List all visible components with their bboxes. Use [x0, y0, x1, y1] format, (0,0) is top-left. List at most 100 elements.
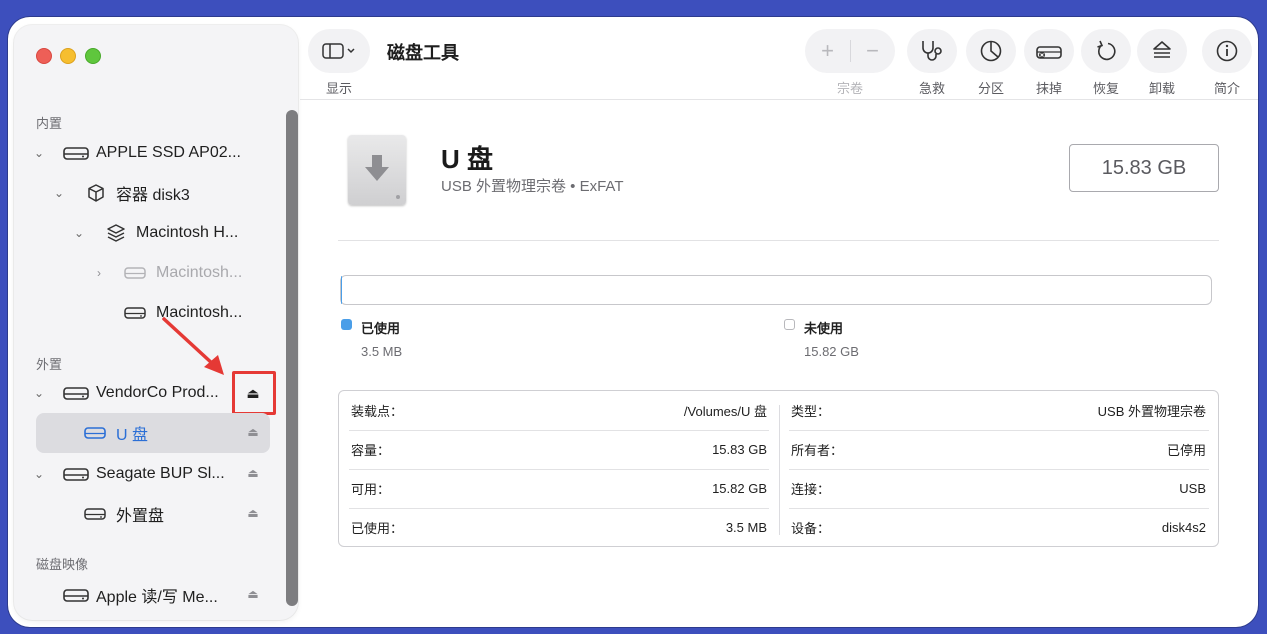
- unmount-button[interactable]: [1137, 29, 1187, 73]
- info-value-connection: USB: [1179, 481, 1206, 496]
- restore-label: 恢复: [1092, 81, 1119, 96]
- hard-drive-icon: [63, 383, 89, 403]
- section-internal: 内置: [36, 116, 63, 131]
- info-button[interactable]: [1202, 29, 1252, 73]
- used-value: 3.5 MB: [361, 344, 403, 359]
- sidebar-toggle-icon: [322, 43, 355, 59]
- sidebar-item-label: APPLE SSD AP02...: [96, 144, 241, 161]
- sidebar-item-external-disk[interactable]: 外置盘: [14, 496, 284, 532]
- hard-drive-icon: [122, 303, 148, 323]
- restore-arrow-icon: [1097, 40, 1116, 61]
- info-label: 简介: [1213, 81, 1240, 96]
- chevron-down-icon[interactable]: ⌄: [53, 186, 65, 200]
- info-key-connection: 连接：: [791, 482, 831, 497]
- hard-drive-icon: [63, 464, 89, 484]
- info-table-divider: [779, 405, 780, 535]
- chevron-down-icon[interactable]: ⌄: [33, 146, 45, 160]
- info-value-capacity: 15.83 GB: [712, 442, 767, 457]
- sidebar-item-label: U 盘: [116, 427, 149, 444]
- erase-drive-icon: [1036, 46, 1062, 59]
- info-key-type: 类型：: [791, 404, 831, 419]
- container-cube-icon: [83, 183, 109, 203]
- hard-drive-icon: [82, 423, 108, 443]
- info-value-used: 3.5 MB: [725, 520, 767, 535]
- sidebar-item-apple-rw-media[interactable]: Apple 读/写 Me...: [14, 577, 284, 613]
- hard-drive-icon: [63, 143, 89, 163]
- chevron-down-icon[interactable]: ⌄: [33, 467, 45, 481]
- partition-label: 分区: [977, 81, 1004, 96]
- volume-info-table: 装载点： /Volumes/U 盘 类型： USB 外置物理宗卷 容量： 15.…: [338, 390, 1219, 547]
- sidebar-item-macintosh-snapshot[interactable]: › Macintosh...: [14, 255, 284, 291]
- sidebar-item-macintosh-hd[interactable]: ⌄ Macintosh H...: [14, 215, 284, 251]
- eject-icon[interactable]: ⏏: [245, 425, 261, 439]
- info-value-type: USB 外置物理宗卷: [1097, 404, 1206, 419]
- erase-button[interactable]: [1024, 29, 1074, 73]
- info-value-mount-point: /Volumes/U 盘: [683, 404, 767, 419]
- first-aid-button[interactable]: [907, 29, 957, 73]
- disk-utility-window: 内置 ⌄ APPLE SSD AP02... ⌄ 容器 disk3 ⌄ Maci…: [8, 17, 1258, 627]
- restore-button[interactable]: [1081, 29, 1131, 73]
- pie-chart-icon: [980, 40, 1002, 62]
- info-key-available: 可用：: [351, 482, 391, 497]
- sidebar-item-label: 容器 disk3: [116, 187, 190, 204]
- section-disk-images: 磁盘映像: [36, 557, 89, 572]
- sidebar-item-label: Macintosh H...: [136, 224, 239, 241]
- annotation-highlight-box: [232, 371, 276, 415]
- usage-bar: [340, 275, 1212, 305]
- view-toggle-button[interactable]: [308, 29, 370, 73]
- close-window-button[interactable]: [36, 48, 52, 64]
- stethoscope-icon: [922, 41, 942, 61]
- content-divider: [338, 240, 1219, 241]
- chevron-down-icon[interactable]: ⌄: [73, 226, 85, 240]
- sidebar: 内置 ⌄ APPLE SSD AP02... ⌄ 容器 disk3 ⌄ Maci…: [14, 25, 298, 620]
- annotation-arrow: [162, 317, 224, 375]
- sidebar-item-u-disk[interactable]: U 盘: [14, 415, 284, 451]
- sidebar-scrollbar[interactable]: [286, 110, 298, 606]
- free-legend-swatch: [784, 319, 795, 330]
- sidebar-item-container-disk3[interactable]: ⌄ 容器 disk3: [14, 175, 284, 211]
- sidebar-item-label: 外置盘: [116, 508, 165, 525]
- first-aid-label: 急救: [918, 81, 945, 96]
- sidebar-item-label: VendorCo Prod...: [96, 384, 219, 401]
- volume-subtitle: USB 外置物理宗卷 • ExFAT: [441, 178, 624, 195]
- eject-icon[interactable]: ⏏: [245, 587, 261, 601]
- volume-name: U 盘: [441, 144, 494, 174]
- info-key-used: 已使用：: [351, 521, 404, 536]
- info-value-owner: 已停用: [1166, 443, 1206, 458]
- hard-drive-icon: [122, 263, 148, 283]
- sidebar-item-seagate[interactable]: ⌄ Seagate BUP Sl...: [14, 456, 284, 492]
- sidebar-item-label: Seagate BUP Sl...: [96, 465, 225, 482]
- eject-icon[interactable]: ⏏: [245, 506, 261, 520]
- usb-drive-icon: [348, 135, 406, 205]
- section-external: 外置: [36, 357, 63, 372]
- used-legend-label: 已使用: [361, 321, 401, 336]
- sidebar-item-apple-ssd[interactable]: ⌄ APPLE SSD AP02...: [14, 135, 284, 171]
- usage-bar-fill: [341, 276, 343, 304]
- unmount-icon: [1153, 41, 1171, 58]
- unmount-label: 卸载: [1148, 81, 1175, 96]
- used-legend-swatch: [341, 319, 352, 330]
- hard-drive-icon: [82, 504, 108, 524]
- free-legend-label: 未使用: [804, 321, 844, 336]
- chevron-right-icon[interactable]: ›: [93, 266, 105, 280]
- eject-icon[interactable]: ⏏: [245, 466, 261, 480]
- add-volume-icon[interactable]: +: [806, 38, 850, 64]
- volume-add-remove-group: + −: [805, 29, 895, 73]
- info-value-available: 15.82 GB: [712, 481, 767, 496]
- remove-volume-icon[interactable]: −: [851, 38, 895, 64]
- info-key-capacity: 容量：: [351, 443, 391, 458]
- chevron-down-icon[interactable]: ⌄: [33, 386, 45, 400]
- info-key-owner: 所有者：: [791, 443, 844, 458]
- info-key-mount-point: 装载点：: [351, 404, 404, 419]
- zoom-window-button[interactable]: [85, 48, 101, 64]
- sidebar-item-macintosh-data[interactable]: Macintosh...: [14, 295, 284, 331]
- layers-icon: [103, 223, 129, 243]
- partition-button[interactable]: [966, 29, 1016, 73]
- free-value: 15.82 GB: [804, 344, 859, 359]
- hard-drive-icon: [63, 585, 89, 605]
- minimize-window-button[interactable]: [60, 48, 76, 64]
- erase-label: 抹掉: [1035, 81, 1062, 96]
- info-icon: [1216, 40, 1238, 62]
- volume-size: 15.83 GB: [1069, 144, 1219, 192]
- app-title: 磁盘工具: [387, 43, 459, 63]
